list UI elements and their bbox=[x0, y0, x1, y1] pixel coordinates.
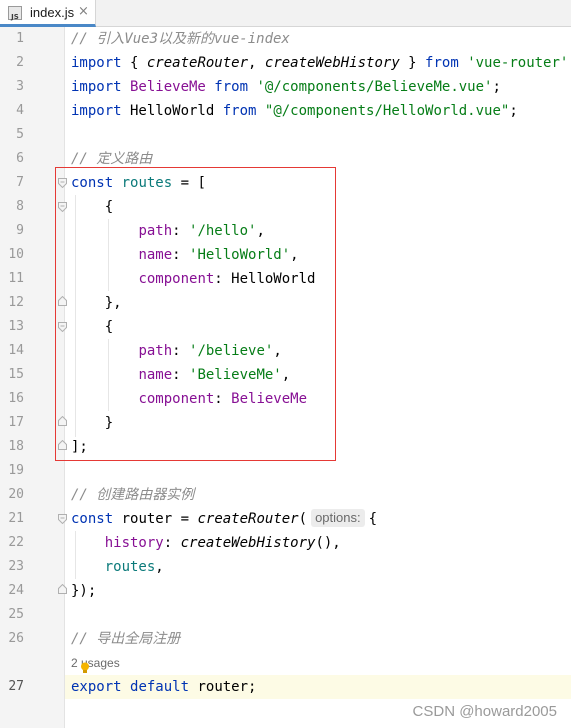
keyword-from: from bbox=[222, 103, 257, 119]
line-number: 22 bbox=[8, 535, 24, 550]
fold-collapse-icon[interactable] bbox=[58, 514, 67, 524]
code-line-26[interactable]: // 导出全局注册 bbox=[71, 627, 180, 651]
close-tab-icon[interactable]: × bbox=[78, 4, 89, 19]
code-line-21[interactable]: const router = createRouter(options:{ bbox=[71, 507, 377, 531]
keyword-import: import bbox=[71, 79, 122, 95]
string-literal: 'vue-router' bbox=[467, 55, 569, 71]
line-number: 17 bbox=[8, 415, 24, 430]
line-number: 12 bbox=[8, 295, 24, 310]
punct: ( bbox=[298, 511, 308, 527]
identifier-HelloWorld: HelloWorld bbox=[121, 103, 223, 119]
line-number: 26 bbox=[8, 631, 24, 646]
annotation-highlight-box bbox=[55, 167, 336, 461]
keyword-from: from bbox=[214, 79, 249, 95]
line-number-current: 27 bbox=[8, 679, 24, 694]
punct: (), bbox=[315, 535, 341, 551]
tab-title: index.js bbox=[30, 5, 75, 20]
line-number: 2 bbox=[16, 55, 24, 70]
line-number: 19 bbox=[8, 463, 24, 478]
code-line-23[interactable]: routes, bbox=[71, 555, 164, 579]
line-number: 8 bbox=[16, 199, 24, 214]
usages-hint[interactable]: 2 usages bbox=[71, 651, 120, 675]
line-number: 25 bbox=[8, 607, 24, 622]
line-number: 3 bbox=[16, 79, 24, 94]
line-number: 7 bbox=[16, 175, 24, 190]
line-number: 11 bbox=[8, 271, 24, 286]
identifier-router: router bbox=[121, 511, 173, 527]
keyword-from: from bbox=[425, 55, 459, 71]
line-number: 23 bbox=[8, 559, 24, 574]
keyword-default: default bbox=[130, 679, 190, 695]
parameter-hint: options: bbox=[311, 509, 365, 527]
code-line-20[interactable]: // 创建路由器实例 bbox=[71, 483, 194, 507]
line-number: 24 bbox=[8, 583, 24, 598]
line-number: 9 bbox=[16, 223, 24, 238]
fold-end-icon[interactable] bbox=[58, 584, 67, 594]
line-number: 1 bbox=[16, 31, 24, 46]
comment: // 创建路由器实例 bbox=[71, 487, 195, 503]
watermark: CSDN @howard2005 bbox=[412, 703, 557, 720]
identifier-createWebHistory: createWebHistory bbox=[264, 55, 400, 71]
identifier-createRouter: createRouter bbox=[146, 55, 249, 71]
line-number: 21 bbox=[8, 511, 24, 526]
punct: { bbox=[368, 511, 378, 527]
comment: // 定义路由 bbox=[71, 151, 153, 167]
code-line-1[interactable]: // 引入Vue3以及新的vue-index bbox=[71, 27, 290, 51]
line-number: 10 bbox=[8, 247, 24, 262]
line-number: 18 bbox=[8, 439, 24, 454]
code-line-4[interactable]: import HelloWorld from "@/components/Hel… bbox=[71, 99, 518, 123]
keyword-const: const bbox=[71, 511, 114, 527]
line-number: 6 bbox=[16, 151, 24, 166]
line-number: 5 bbox=[16, 127, 24, 142]
string-literal: "@/components/HelloWorld.vue" bbox=[264, 103, 510, 119]
string-literal: '@/components/BelieveMe.vue' bbox=[256, 79, 493, 95]
punct: }); bbox=[71, 583, 97, 599]
line-number: 13 bbox=[8, 319, 24, 334]
punct: , bbox=[155, 559, 164, 575]
identifier-BelieveMe: BelieveMe bbox=[121, 79, 215, 95]
code-line-22[interactable]: history: createWebHistory(), bbox=[71, 531, 341, 555]
comment: // 导出全局注册 bbox=[71, 631, 181, 647]
comment: // 引入Vue3以及新的vue-index bbox=[71, 31, 290, 47]
punct: , bbox=[248, 55, 265, 71]
code-line-3[interactable]: import BelieveMe from '@/components/Beli… bbox=[71, 75, 501, 99]
code-line-2[interactable]: import { createRouter, createWebHistory … bbox=[71, 51, 571, 75]
punct: { bbox=[121, 55, 147, 71]
lightbulb-icon[interactable] bbox=[80, 659, 90, 673]
keyword-export: export bbox=[71, 679, 122, 695]
line-number: 16 bbox=[8, 391, 24, 406]
line-number: 20 bbox=[8, 487, 24, 502]
code-line-27[interactable]: export default router; bbox=[71, 675, 256, 699]
identifier-routes: routes bbox=[104, 559, 156, 575]
line-number: 4 bbox=[16, 103, 24, 118]
punct: } bbox=[399, 55, 426, 71]
line-number: 14 bbox=[8, 343, 24, 358]
keyword-import: import bbox=[71, 103, 122, 119]
punct: = bbox=[172, 511, 198, 527]
property-key: history bbox=[104, 535, 164, 551]
code-line-24[interactable]: }); bbox=[71, 579, 96, 603]
line-number: 15 bbox=[8, 367, 24, 382]
tab-index-js[interactable]: JS index.js × bbox=[0, 0, 96, 27]
punct: : bbox=[163, 535, 181, 551]
keyword-import: import bbox=[71, 55, 122, 71]
call-createRouter: createRouter bbox=[197, 511, 299, 527]
js-file-icon: JS bbox=[8, 6, 22, 21]
call-createWebHistory: createWebHistory bbox=[180, 535, 316, 551]
semicolon: ; bbox=[509, 103, 518, 119]
punct: router; bbox=[189, 679, 257, 695]
editor-tab-bar: JS index.js × bbox=[0, 0, 571, 27]
semicolon: ; bbox=[492, 79, 501, 95]
